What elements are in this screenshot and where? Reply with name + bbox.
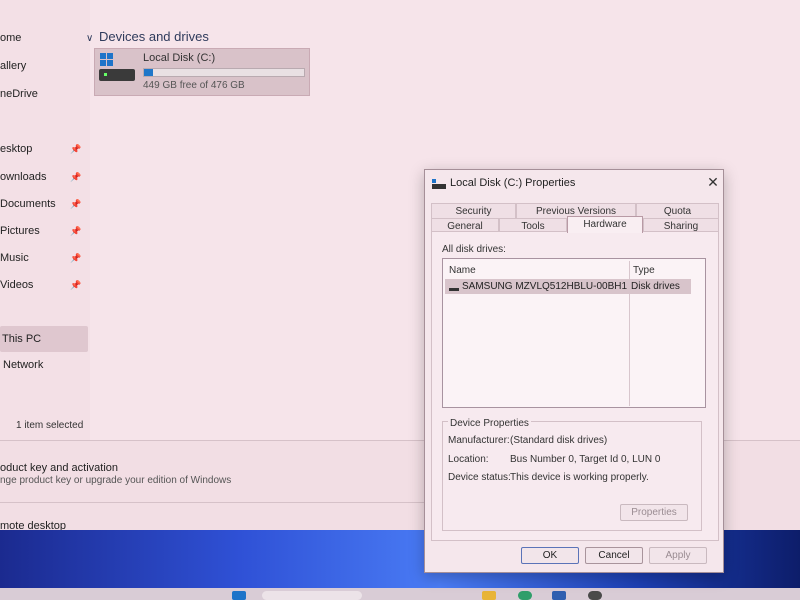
devices-and-drives-header[interactable]: ∨ Devices and drives: [86, 28, 209, 46]
column-header-type[interactable]: Type: [633, 265, 655, 276]
nav-item-this-pc[interactable]: This PC: [0, 326, 88, 352]
nav-item-label: Pictures: [0, 225, 40, 237]
nav-item-label: Music: [0, 252, 29, 264]
chevron-down-icon: ∨: [86, 33, 94, 44]
nav-item-pictures[interactable]: Pictures 📌: [0, 219, 88, 243]
drive-free-space: 449 GB free of 476 GB: [143, 80, 245, 91]
pin-icon: 📌: [70, 280, 82, 290]
manufacturer-label: Manufacturer:: [448, 435, 510, 446]
nav-item-onedrive[interactable]: neDrive: [0, 82, 88, 106]
location-value: Bus Number 0, Target Id 0, LUN 0: [510, 454, 661, 465]
nav-item-downloads[interactable]: ownloads 📌: [0, 165, 88, 189]
hard-drive-icon: [99, 69, 135, 81]
nav-item-home[interactable]: ome: [0, 26, 88, 50]
store-icon[interactable]: [552, 591, 566, 600]
product-key-title[interactable]: oduct key and activation: [0, 462, 118, 474]
device-status-label: Device status:: [448, 472, 511, 483]
drive-usage-bar: [143, 68, 305, 77]
nav-item-label: This PC: [2, 333, 42, 345]
nav-item-label: esktop: [0, 143, 33, 155]
pin-icon: 📌: [70, 253, 82, 263]
section-title: Devices and drives: [99, 29, 209, 44]
nav-item-label: Network: [3, 359, 44, 371]
pin-icon: 📌: [70, 226, 82, 236]
cancel-button[interactable]: Cancel: [585, 547, 643, 564]
tab-security[interactable]: Security: [431, 203, 516, 218]
status-bar: 1 item selected: [0, 418, 100, 434]
pin-icon: 📌: [70, 144, 82, 154]
file-explorer-icon[interactable]: [482, 591, 496, 600]
disk-drives-list[interactable]: Name Type SAMSUNG MZVLQ512HBLU-00BH1 Dis…: [442, 258, 706, 408]
nav-item-videos[interactable]: Videos 📌: [0, 273, 88, 297]
disk-drive-icon: [449, 288, 459, 291]
taskbar-search-box[interactable]: [262, 591, 362, 600]
device-properties-title: Device Properties: [448, 418, 531, 429]
apply-button[interactable]: Apply: [649, 547, 707, 564]
pin-icon: 📌: [70, 172, 82, 182]
navigation-pane: ome allery neDrive esktop 📌 ownloads 📌 D…: [0, 0, 90, 440]
selection-count: 1 item selected: [16, 420, 84, 431]
taskbar: [0, 588, 800, 600]
nav-item-network[interactable]: Network: [0, 353, 88, 377]
nav-item-label: neDrive: [0, 88, 38, 100]
ok-button[interactable]: OK: [521, 547, 579, 564]
tab-quota[interactable]: Quota: [636, 203, 719, 218]
windows-logo-icon: [100, 53, 114, 67]
nav-item-documents[interactable]: Documents 📌: [0, 192, 88, 216]
all-disk-drives-label: All disk drives:: [442, 244, 506, 255]
start-icon[interactable]: [232, 591, 246, 600]
divider: [0, 502, 430, 503]
drive-usage-fill: [144, 69, 154, 76]
nav-item-label: ownloads: [0, 171, 47, 183]
nav-item-label: ome: [0, 32, 22, 44]
nav-item-label: Documents: [0, 198, 56, 210]
settings-gear-icon[interactable]: [588, 591, 602, 600]
nav-item-gallery[interactable]: allery: [0, 54, 88, 78]
device-status-value: This device is working properly.: [510, 472, 649, 483]
drive-tile-local-disk-c[interactable]: Local Disk (C:) 449 GB free of 476 GB: [94, 48, 310, 96]
tab-hardware[interactable]: Hardware: [567, 216, 643, 233]
nav-item-label: allery: [0, 60, 27, 72]
drive-name: Local Disk (C:): [143, 52, 216, 64]
drive-icon: [432, 179, 446, 189]
drive-model-name: SAMSUNG MZVLQ512HBLU-00BH1: [462, 281, 628, 292]
location-label: Location:: [448, 454, 489, 465]
dialog-title: Local Disk (C:) Properties: [450, 177, 576, 189]
properties-button[interactable]: Properties: [620, 504, 688, 521]
nav-item-label: Videos: [0, 279, 34, 291]
edge-icon[interactable]: [518, 591, 532, 600]
product-key-description: nge product key or upgrade your edition …: [0, 475, 232, 486]
manufacturer-value: (Standard disk drives): [510, 435, 608, 446]
pin-icon: 📌: [70, 199, 82, 209]
column-header-name[interactable]: Name: [449, 265, 476, 276]
drive-type: Disk drives: [631, 281, 680, 292]
list-item-samsung-drive[interactable]: SAMSUNG MZVLQ512HBLU-00BH1 Disk drives: [445, 279, 691, 294]
close-icon[interactable]: ✕: [705, 174, 721, 190]
nav-item-music[interactable]: Music 📌: [0, 246, 88, 270]
nav-item-desktop[interactable]: esktop 📌: [0, 137, 88, 161]
